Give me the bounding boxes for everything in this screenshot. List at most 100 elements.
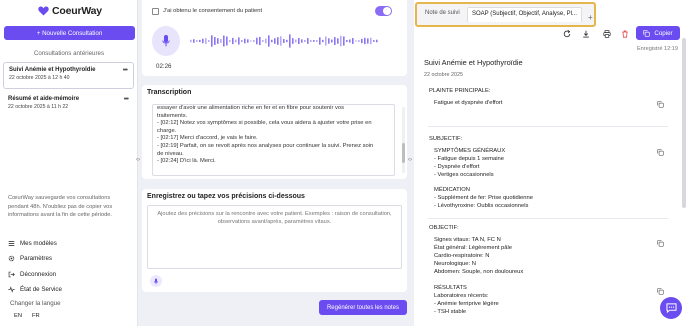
waveform-bar <box>244 38 246 44</box>
waveform-bar <box>196 40 198 42</box>
waveform-bar <box>337 38 339 44</box>
note-scrollbar[interactable] <box>682 38 686 208</box>
retention-notice: CœurWay sauvegarde vos consultations pen… <box>8 195 113 218</box>
waveform-bar <box>358 40 360 42</box>
section-text: Cardio-respiratoire: N <box>434 253 490 259</box>
waveform-bar <box>361 38 363 44</box>
add-tab-button[interactable]: + <box>588 13 593 22</box>
transcription-line: de niveau. <box>157 150 184 157</box>
section-divider <box>428 218 668 219</box>
waveform-bar <box>367 38 369 44</box>
waveform-bar <box>319 37 321 45</box>
waveform-bar <box>289 34 291 48</box>
note-date: 22 octobre 2025 <box>424 72 463 78</box>
waveform-bar <box>268 35 270 47</box>
waveform-bar <box>364 37 366 45</box>
copy-section-icon[interactable] <box>657 149 664 156</box>
new-consultation-button[interactable]: + Nouvelle Consultation <box>4 26 135 40</box>
resize-panel-handle[interactable]: ‹› <box>408 157 412 163</box>
waveform-bar <box>217 38 219 44</box>
transcription-line: - [02:12] Notez vos symptômes si possibl… <box>157 120 372 127</box>
consultation-date: 22 octobre 2025 à 12 h 40 <box>9 75 70 81</box>
microphone-icon <box>162 35 170 47</box>
language-en[interactable]: EN <box>14 313 22 319</box>
waveform-bar <box>325 36 327 46</box>
copy-section-icon[interactable] <box>657 240 664 247</box>
waveform-bar <box>334 37 336 45</box>
regenerate-notes-button[interactable]: Regénérer toutes les notes <box>319 300 407 315</box>
copy-section-icon[interactable] <box>657 101 664 108</box>
waveform-bar <box>328 38 330 44</box>
subsection-heading: MÉDICATION <box>434 187 470 193</box>
chat-button[interactable] <box>660 297 682 319</box>
sidebar-item-settings[interactable]: Paramètres <box>8 255 52 262</box>
transcription-line: charge. <box>157 127 177 134</box>
consultation-workspace: J'ai obtenu le consentement du patient 0… <box>142 0 407 326</box>
section-text: - Lévothyroxine: Oublis occasionnels <box>434 203 529 209</box>
sidebar-item-templates[interactable]: Mes modèles <box>8 240 57 247</box>
more-menu-icon[interactable]: ••• <box>124 96 129 103</box>
logout-icon <box>8 271 15 278</box>
section-text: Abdomen: Souple, non douloureux <box>434 269 524 275</box>
transcription-line: - [02:19] Parfait, on se revoit après no… <box>157 142 374 149</box>
waveform-bar <box>352 38 354 44</box>
sidebar-item-service-status[interactable]: État de Service <box>8 286 62 293</box>
waveform-bar <box>271 39 273 43</box>
change-language-label: Changer la langue <box>10 300 61 307</box>
section-text: Neurologique: N <box>434 261 476 267</box>
consent-label: J'ai obtenu le consentement du patient <box>163 8 263 14</box>
consent-toggle[interactable] <box>375 6 392 16</box>
consultation-item[interactable]: Résumé et aide-mémoire 22 octobre 2025 à… <box>3 92 134 119</box>
print-icon[interactable] <box>603 30 611 38</box>
transcription-scroll-thumb[interactable] <box>402 143 405 163</box>
transcription-text[interactable]: essayer d'avoir une alimentation riche e… <box>152 104 395 176</box>
gear-icon <box>8 255 15 262</box>
waveform-bar <box>247 39 249 43</box>
collapse-sidebar-handle[interactable]: ‹› <box>136 157 140 163</box>
transcription-title: Transcription <box>147 89 192 96</box>
delete-icon[interactable] <box>621 30 629 38</box>
waveform-bar <box>370 37 372 45</box>
section-heading: OBJECTIF: <box>429 225 459 231</box>
recording-timer: 02:26 <box>156 63 172 70</box>
precisions-input[interactable] <box>147 205 402 269</box>
waveform-bar <box>322 39 324 43</box>
sidebar-item-logout[interactable]: Déconnexion <box>8 271 56 278</box>
precisions-mic-button[interactable] <box>150 275 162 287</box>
recording-card: J'ai obtenu le consentement du patient 0… <box>142 0 407 76</box>
tab-soap[interactable]: SOAP (Subjectif, Objectif, Analyse, Pl..… <box>467 7 582 22</box>
waveform-bar <box>310 39 312 43</box>
section-text: Fatigue et dyspnée d'effort <box>434 100 503 106</box>
copy-note-button[interactable]: Copier <box>636 26 680 40</box>
section-text: Laboratoires récents: <box>434 293 489 299</box>
section-heading: PLAINTE PRINCIPALE: <box>429 88 491 94</box>
waveform-bar <box>283 39 285 43</box>
waveform-bar <box>373 40 375 42</box>
sidebar: CoeurWay + Nouvelle Consultation Consult… <box>0 0 138 326</box>
consent-checkbox[interactable] <box>152 8 159 15</box>
section-text: - Fatigue depuis 1 semaine <box>434 156 504 162</box>
consultation-title: Résumé et aide-mémoire <box>8 96 80 102</box>
tab-follow-up-note[interactable]: Note de suivi <box>425 10 460 16</box>
waveform-bar <box>292 38 294 44</box>
language-fr[interactable]: FR <box>32 313 40 319</box>
heart-logo-icon <box>38 6 49 16</box>
note-tabs: Note de suivi SOAP (Subjectif, Objectif,… <box>415 2 596 27</box>
consultation-item[interactable]: Suivi Anémie et Hypothyroïdie 22 octobre… <box>3 62 134 89</box>
waveform-bar <box>316 40 318 42</box>
note-title: Suivi Anémie et Hypothyroïdie <box>424 58 523 67</box>
waveform-bar <box>331 39 333 43</box>
waveform-bar <box>229 40 231 42</box>
transcription-scrollbar[interactable] <box>402 107 405 173</box>
download-icon[interactable] <box>582 30 590 38</box>
refresh-icon[interactable] <box>563 30 571 38</box>
more-menu-icon[interactable]: ••• <box>123 67 128 74</box>
section-text: - Supplément de fer: Prise quotidienne <box>434 195 533 201</box>
transcription-card: Transcription essayer d'avoir une alimen… <box>142 85 407 179</box>
copy-section-icon[interactable] <box>657 288 664 295</box>
sidebar-item-label: Mes modèles <box>20 240 57 247</box>
microphone-button[interactable] <box>152 26 180 56</box>
consultation-date: 22 octobre 2025 à 11 h 22 <box>8 104 69 110</box>
note-panel: Note de suivi SOAP (Subjectif, Objectif,… <box>414 0 688 326</box>
brand[interactable]: CoeurWay <box>38 5 102 17</box>
